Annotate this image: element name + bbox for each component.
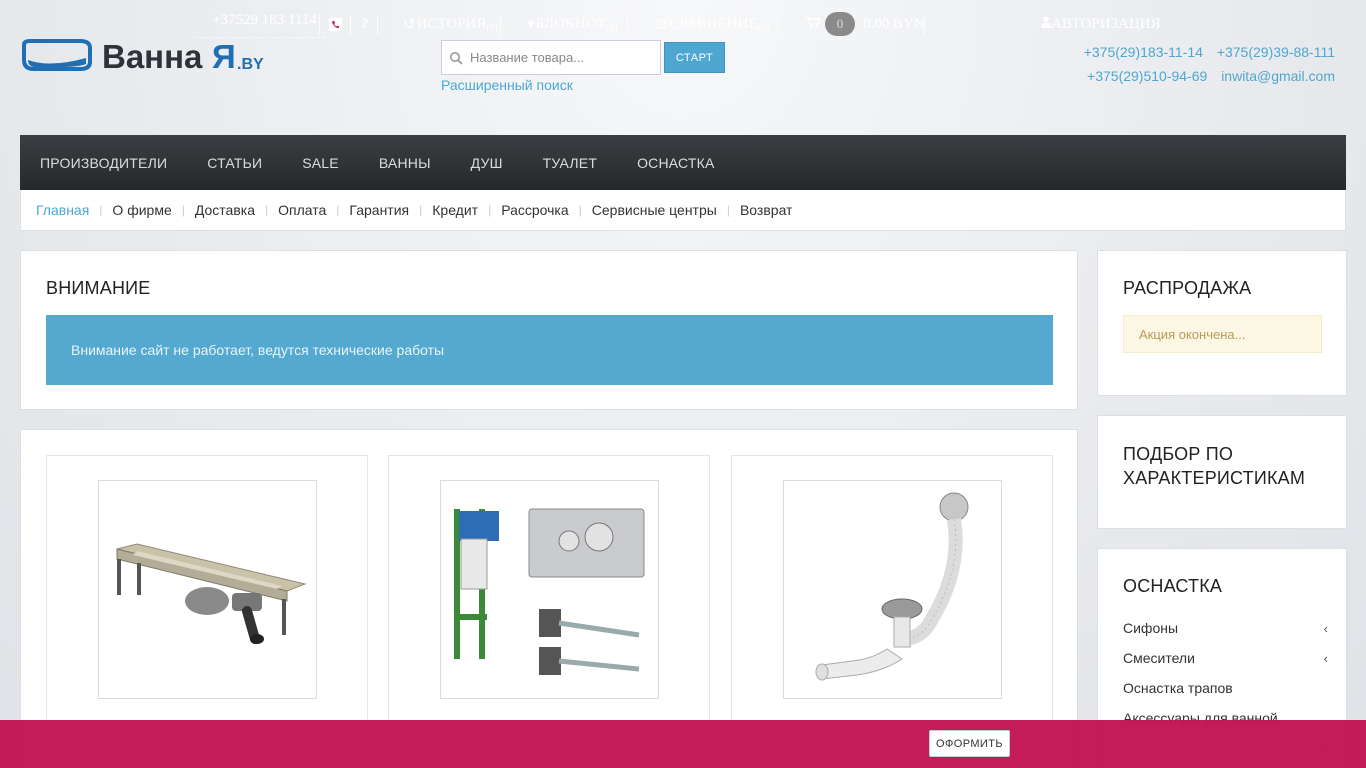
product-image[interactable] [783, 480, 1002, 699]
info-nav: Главная | О фирме | Доставка | Оплата | … [20, 190, 1346, 231]
scales-icon: ⚖ [655, 16, 669, 33]
user-icon [1041, 15, 1051, 33]
notepad-count: (0) [605, 22, 618, 34]
subnav-separator: | [578, 203, 582, 217]
bath-siphon-image [792, 489, 992, 689]
cart-count-badge: 0 [825, 12, 855, 36]
notice-title: ВНИМАНИЕ [46, 278, 151, 298]
subnav-separator: | [181, 203, 185, 217]
maintenance-alert: Внимание сайт не работает, ведутся техни… [46, 315, 1053, 385]
toilet-frame-image [449, 489, 649, 689]
toolbar-separator [777, 15, 778, 35]
filter-title: ПОДБОР ПО ХАРАКТЕРИСТИКАМ [1123, 444, 1306, 488]
heart-icon: ♥ [527, 16, 535, 31]
subnav-about[interactable]: О фирме [112, 202, 171, 218]
logo-word: Ванна [102, 38, 203, 74]
equipment-title: ОСНАСТКА [1123, 576, 1223, 596]
nav-item-baths[interactable]: ВАННЫ [359, 155, 451, 171]
category-item-drain-equipment[interactable]: Оснастка трапов [1123, 673, 1328, 703]
history-count: (0) [486, 22, 499, 34]
advanced-search-link[interactable]: Расширенный поиск [441, 77, 573, 93]
phone-link-2[interactable]: +375(29)39-88-111 [1217, 44, 1335, 60]
toolbar-separator [350, 15, 351, 35]
toolbar-separator [627, 15, 628, 35]
checkout-button[interactable]: ОФОРМИТЬ [929, 730, 1010, 757]
toolbar-separator [500, 15, 501, 35]
subnav-returns[interactable]: Возврат [740, 202, 793, 218]
notepad-label: БЛОКНОТ [535, 15, 606, 32]
history-label: ИСТОРИЯ [416, 15, 487, 32]
products-panel [20, 429, 1078, 768]
phone-link-3[interactable]: +375(29)510-94-69 [1087, 68, 1207, 84]
history-icon: ↺ [403, 16, 416, 33]
toolbar-separator [319, 15, 320, 35]
cart-total: 0.00 BYN [863, 15, 925, 32]
toolbar-separator [377, 15, 378, 35]
product-image[interactable] [98, 480, 317, 699]
subnav-installments[interactable]: Рассрочка [501, 202, 568, 218]
cart-button[interactable]: 0 0.00 BYN [806, 0, 925, 48]
subnav-payment[interactable]: Оплата [278, 202, 326, 218]
category-label: Смесители [1123, 650, 1195, 666]
auth-button[interactable]: АВТОРИЗАЦИЯ [1041, 0, 1161, 48]
shower-drain-image [107, 489, 307, 689]
bottom-toolbar [0, 720, 1366, 768]
subnav-separator: | [419, 203, 423, 217]
sale-ended-note: Акция окончена... [1123, 315, 1322, 353]
subnav-home[interactable]: Главная [36, 202, 89, 218]
nav-item-shower[interactable]: ДУШ [451, 155, 523, 171]
subnav-separator: | [265, 203, 269, 217]
category-label: Сифоны [1123, 620, 1179, 636]
subnav-service-centers[interactable]: Сервисные центры [592, 202, 717, 218]
category-item-mixers[interactable]: Смесители ‹ [1123, 643, 1328, 673]
subnav-warranty[interactable]: Гарантия [349, 202, 409, 218]
subnav-separator: | [726, 203, 730, 217]
svg-text:Я: Я [212, 38, 236, 74]
main-nav: ПРОИЗВОДИТЕЛИ СТАТЬИ SALE ВАННЫ ДУШ ТУАЛ… [20, 135, 1346, 190]
search-input[interactable] [470, 50, 656, 65]
subnav-separator: | [336, 203, 340, 217]
nav-item-articles[interactable]: СТАТЬИ [187, 155, 282, 171]
site-logo[interactable]: Ванна Я .BY [20, 38, 310, 75]
help-button[interactable]: ? [361, 0, 369, 48]
compare-button[interactable]: ⚖ СРАВНЕНИЕ (0) [655, 0, 769, 48]
notepad-button[interactable]: ♥ БЛОКНОТ (0) [527, 0, 617, 48]
toolbar-separator [924, 15, 925, 35]
category-item-siphons[interactable]: Сифоны ‹ [1123, 613, 1328, 643]
category-label: Оснастка трапов [1123, 680, 1233, 696]
bathtub-logo-icon: Ванна Я .BY [22, 38, 264, 75]
product-image[interactable] [440, 480, 659, 699]
nav-item-manufacturers[interactable]: ПРОИЗВОДИТЕЛИ [20, 155, 187, 171]
chevron-left-icon[interactable]: ‹ [1324, 651, 1328, 666]
sale-panel: РАСПРОДАЖА Акция окончена... [1097, 250, 1347, 396]
compare-count: (0) [757, 22, 770, 34]
subnav-separator: | [99, 203, 103, 217]
callback-phone[interactable]: +37529 183 1114 [196, 4, 325, 38]
chevron-left-icon[interactable]: ‹ [1324, 621, 1328, 636]
filter-panel: ПОДБОР ПО ХАРАКТЕРИСТИКАМ [1097, 415, 1347, 529]
notice-panel: ВНИМАНИЕ Внимание сайт не работает, веду… [20, 250, 1078, 410]
cart-icon [806, 15, 821, 33]
subnav-delivery[interactable]: Доставка [195, 202, 255, 218]
compare-label: СРАВНЕНИЕ [669, 15, 758, 32]
phone-square-icon[interactable] [329, 0, 342, 48]
nav-item-toilet[interactable]: ТУАЛЕТ [523, 155, 617, 171]
email-link[interactable]: inwita@gmail.com [1221, 68, 1335, 84]
nav-item-sale[interactable]: SALE [282, 155, 359, 171]
auth-label: АВТОРИЗАЦИЯ [1051, 15, 1161, 32]
nav-item-equipment[interactable]: ОСНАСТКА [617, 155, 734, 171]
subnav-separator: | [488, 203, 492, 217]
svg-text:.BY: .BY [237, 56, 264, 73]
subnav-credit[interactable]: Кредит [432, 202, 478, 218]
sale-title: РАСПРОДАЖА [1123, 278, 1252, 298]
history-button[interactable]: ↺ ИСТОРИЯ (0) [403, 0, 498, 48]
